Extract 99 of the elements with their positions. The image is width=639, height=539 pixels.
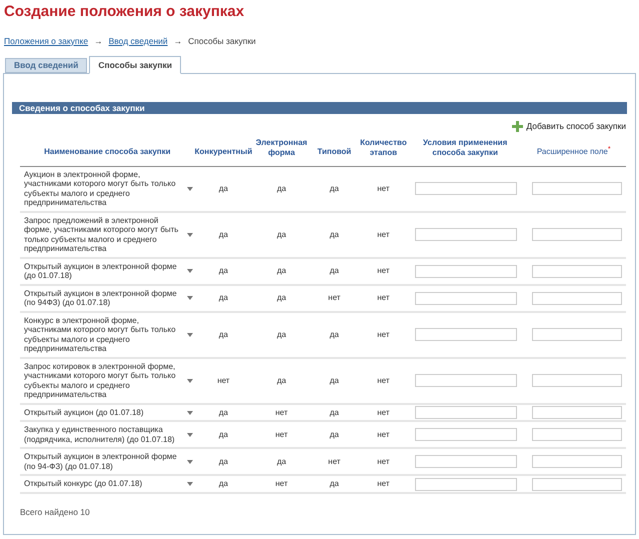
table-cell: нет [275,430,288,439]
input-field[interactable] [532,455,622,468]
input-field[interactable] [532,182,622,196]
input-field[interactable] [415,182,518,196]
method-name: Открытый аукцион в электронной форме (по 94ФЗ) (до 01.07.18) [24,288,178,308]
caret-icon[interactable] [187,482,193,486]
tab[interactable]: Способы закупки [89,56,181,74]
section-header: Сведения о способах закупки [12,102,627,114]
table-cell: да [330,408,339,416]
table-cell: да [218,430,228,439]
caret-icon[interactable] [187,460,193,464]
table-cell: нет [377,408,390,416]
plus-icon [512,120,524,132]
caret-icon[interactable] [187,378,193,383]
table-cell: да [276,184,286,193]
table-cell: нет [275,408,288,416]
input-field[interactable] [415,292,518,305]
input-field[interactable] [415,428,518,442]
caret-icon[interactable] [187,232,193,237]
caret-icon[interactable] [187,410,193,414]
input-field[interactable] [532,428,622,442]
method-name: Закупка у единственного поставщика (подрядчика, исполнителя) (до 01.07.18) [24,425,176,444]
table-cell: да [276,330,286,339]
table-cell: нет [377,266,390,276]
table-cell: нет [377,376,390,385]
table-cell: да [276,293,286,302]
total-count: Всего найдено 10 [20,506,91,518]
table-cell: нет [377,479,390,488]
input-field[interactable] [415,374,518,388]
caret-icon[interactable] [187,269,193,274]
table-cell: да [218,266,228,276]
table-cell: да [218,456,228,466]
caret-icon[interactable] [187,332,193,337]
add-method-button[interactable]: Добавить способ закупки [512,120,626,133]
caret-icon[interactable] [187,296,193,300]
table-cell: нет [377,456,390,466]
table-cell: да [218,330,228,339]
breadcrumb-link[interactable]: Положения о закупке [4,34,88,48]
table-cell: да [276,266,286,276]
table-cell: да [330,330,339,339]
method-name: Открытый аукцион в электронной форме (по 94-ФЗ) (до 01.07.18) [24,452,178,472]
method-name: Запрос котировок в электронной форме, участниками которого могут быть только субъекты малого и среднего предпринимательства [24,362,177,400]
input-field[interactable] [415,264,518,278]
method-name: Открытый конкурс (до 01.07.18) [24,479,144,489]
table-cell: да [330,479,339,488]
breadcrumb-link[interactable]: Ввод сведений [108,34,168,48]
table-cell: да [218,184,228,193]
table-cell: да [330,230,339,239]
table-cell: да [218,408,228,416]
input-field[interactable] [532,406,622,419]
method-name: Открытый аукцион в электронной форме (до 01.07.18) [24,262,178,281]
table-cell: да [218,293,228,302]
table-cell: нет [377,230,390,239]
breadcrumb-separator: → [94,34,103,48]
column-header: Условия применения способа закупки [422,138,508,158]
table-cell: да [276,376,286,385]
input-field[interactable] [532,264,622,278]
column-header: Типовой [317,147,352,158]
table-cell: нет [275,479,288,488]
tab[interactable]: Ввод сведений [5,58,88,73]
input-field[interactable] [532,228,622,242]
caret-icon[interactable] [187,186,193,191]
input-field[interactable] [415,478,518,490]
table-cell: нет [377,184,390,193]
table-cell: да [218,479,228,488]
table-cell: нет [217,376,230,385]
column-header: Расширенное поле$^{*}$ [536,147,611,158]
input-field[interactable] [415,228,518,242]
input-field[interactable] [415,406,518,419]
table-cell: да [218,230,228,239]
column-header: Наименование способа закупки [44,147,171,158]
table-cell: да [330,376,339,385]
column-header: Электронная форма [254,138,308,158]
table-cell: да [276,230,286,239]
input-field[interactable] [415,455,518,468]
input-field[interactable] [532,374,622,388]
table-cell: нет [377,293,390,302]
input-field[interactable] [532,478,622,490]
column-header: Конкурентный [194,147,252,158]
method-name: Открытый аукцион (до 01.07.18) [24,408,144,418]
method-name: Аукцион в электронной форме, участниками которого могут быть только субъекты малого и среднего предпринимательства [24,170,177,208]
breadcrumb-current: Способы закупки [188,34,256,48]
input-field[interactable] [415,328,518,342]
input-field[interactable] [532,328,622,342]
input-field[interactable] [532,292,622,305]
table-cell: да [330,430,339,439]
table-cell: нет [328,456,340,466]
table-cell: нет [328,293,340,302]
column-header: Количество этапов [359,138,408,158]
breadcrumb-separator: → [174,34,182,48]
caret-icon[interactable] [187,432,193,437]
table-cell: да [276,456,286,466]
table-cell: нет [377,430,390,439]
table-cell: да [330,266,339,276]
page-title: Создание положения о закупках [3,2,246,22]
table-cell: нет [377,330,390,339]
method-name: Конкурс в электронной форме, участниками которого могут быть только субъекты малого и среднего предпринимательства [24,316,177,354]
method-name: Запрос предложений в электронной форме, участниками которого могут быть только субъекты малого и среднего предпринимательства [24,216,180,254]
table-cell: да [330,184,339,193]
